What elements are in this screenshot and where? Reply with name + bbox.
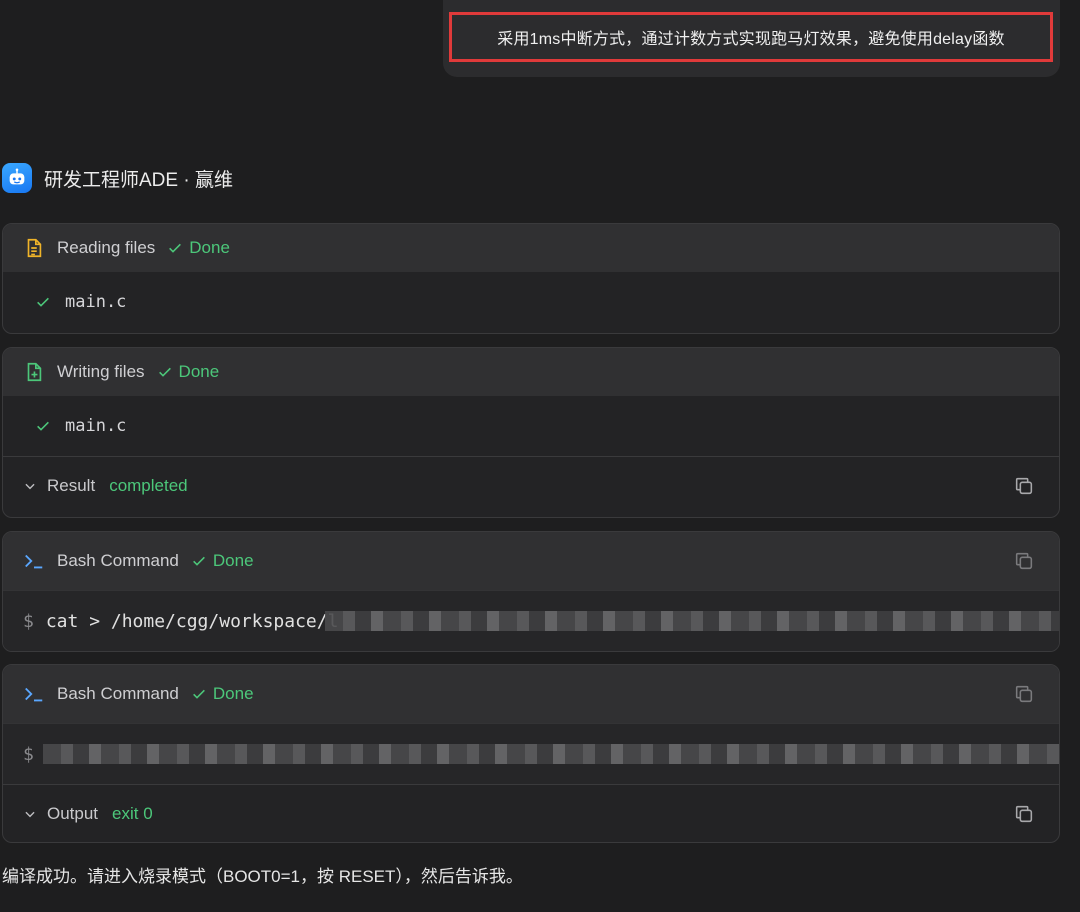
terminal-icon bbox=[23, 683, 45, 705]
command-line: $ bbox=[3, 723, 1059, 784]
check-icon bbox=[35, 294, 51, 310]
output-status: exit 0 bbox=[112, 804, 153, 823]
assistant-message: 编译成功。请进入烧录模式（BOOT0=1，按 RESET），然后告诉我。 bbox=[2, 867, 523, 886]
reading-files-header[interactable]: Reading files Done bbox=[3, 224, 1059, 272]
status-done: Done bbox=[157, 362, 220, 382]
card-title: Writing files bbox=[57, 362, 145, 381]
command-text: cat > /home/cgg/workspace/l bbox=[45, 610, 339, 632]
card-title: Reading files bbox=[57, 238, 156, 257]
bash-command-card-1: Bash Command Done $ cat > /home/cgg/work… bbox=[2, 531, 1060, 652]
result-toggle[interactable]: Result completed bbox=[3, 456, 1059, 515]
check-icon bbox=[35, 418, 51, 434]
user-message-text: 采用1ms中断方式，通过计数方式实现跑马灯效果，避免使用delay函数 bbox=[497, 31, 1005, 48]
status-done: Done bbox=[167, 238, 230, 258]
copy-icon[interactable] bbox=[1013, 550, 1035, 572]
chevron-down-icon bbox=[23, 479, 37, 493]
file-plus-icon bbox=[23, 361, 45, 383]
redacted-region bbox=[43, 744, 1059, 764]
terminal-icon bbox=[23, 550, 45, 572]
reading-files-card: Reading files Done main.c bbox=[2, 223, 1060, 334]
status-done: Done bbox=[191, 684, 254, 704]
copy-icon[interactable] bbox=[1013, 475, 1035, 497]
result-label: Result bbox=[47, 476, 96, 495]
bash-command-header[interactable]: Bash Command Done bbox=[3, 532, 1059, 590]
file-name: main.c bbox=[65, 416, 127, 436]
status-text: Done bbox=[189, 238, 230, 257]
check-icon bbox=[167, 240, 183, 256]
file-name: main.c bbox=[65, 292, 127, 312]
file-row: main.c bbox=[3, 396, 1059, 456]
check-icon bbox=[191, 553, 207, 569]
check-icon bbox=[191, 686, 207, 702]
bot-icon bbox=[2, 163, 32, 193]
shell-prompt: $ bbox=[23, 743, 34, 765]
shell-prompt: $ bbox=[23, 610, 34, 632]
writing-files-card: Writing files Done main.c Result complet… bbox=[2, 347, 1060, 518]
user-message: 采用1ms中断方式，通过计数方式实现跑马灯效果，避免使用delay函数 bbox=[449, 12, 1053, 62]
output-label: Output bbox=[47, 804, 99, 823]
command-line: $ cat > /home/cgg/workspace/l bbox=[3, 590, 1059, 651]
chevron-down-icon bbox=[23, 807, 37, 821]
status-done: Done bbox=[191, 551, 254, 571]
card-title: Bash Command bbox=[57, 684, 179, 703]
card-title: Bash Command bbox=[57, 551, 179, 570]
check-icon bbox=[157, 364, 173, 380]
agent-header: 研发工程师ADE · 赢维 bbox=[2, 162, 233, 194]
result-status: completed bbox=[109, 476, 188, 495]
file-text-icon bbox=[23, 237, 45, 259]
bash-command-header[interactable]: Bash Command Done bbox=[3, 665, 1059, 723]
status-text: Done bbox=[178, 362, 220, 381]
file-row: main.c bbox=[3, 272, 1059, 332]
status-text: Done bbox=[212, 684, 254, 703]
status-text: Done bbox=[212, 551, 254, 570]
redacted-region bbox=[325, 611, 1059, 631]
output-toggle[interactable]: Output exit 0 bbox=[3, 784, 1059, 842]
writing-files-header[interactable]: Writing files Done bbox=[3, 348, 1059, 396]
bash-command-card-2: Bash Command Done $ Output exit 0 bbox=[2, 664, 1060, 843]
agent-name: 研发工程师ADE · 赢维 bbox=[44, 169, 233, 191]
copy-icon[interactable] bbox=[1013, 803, 1035, 825]
copy-icon[interactable] bbox=[1013, 683, 1035, 705]
